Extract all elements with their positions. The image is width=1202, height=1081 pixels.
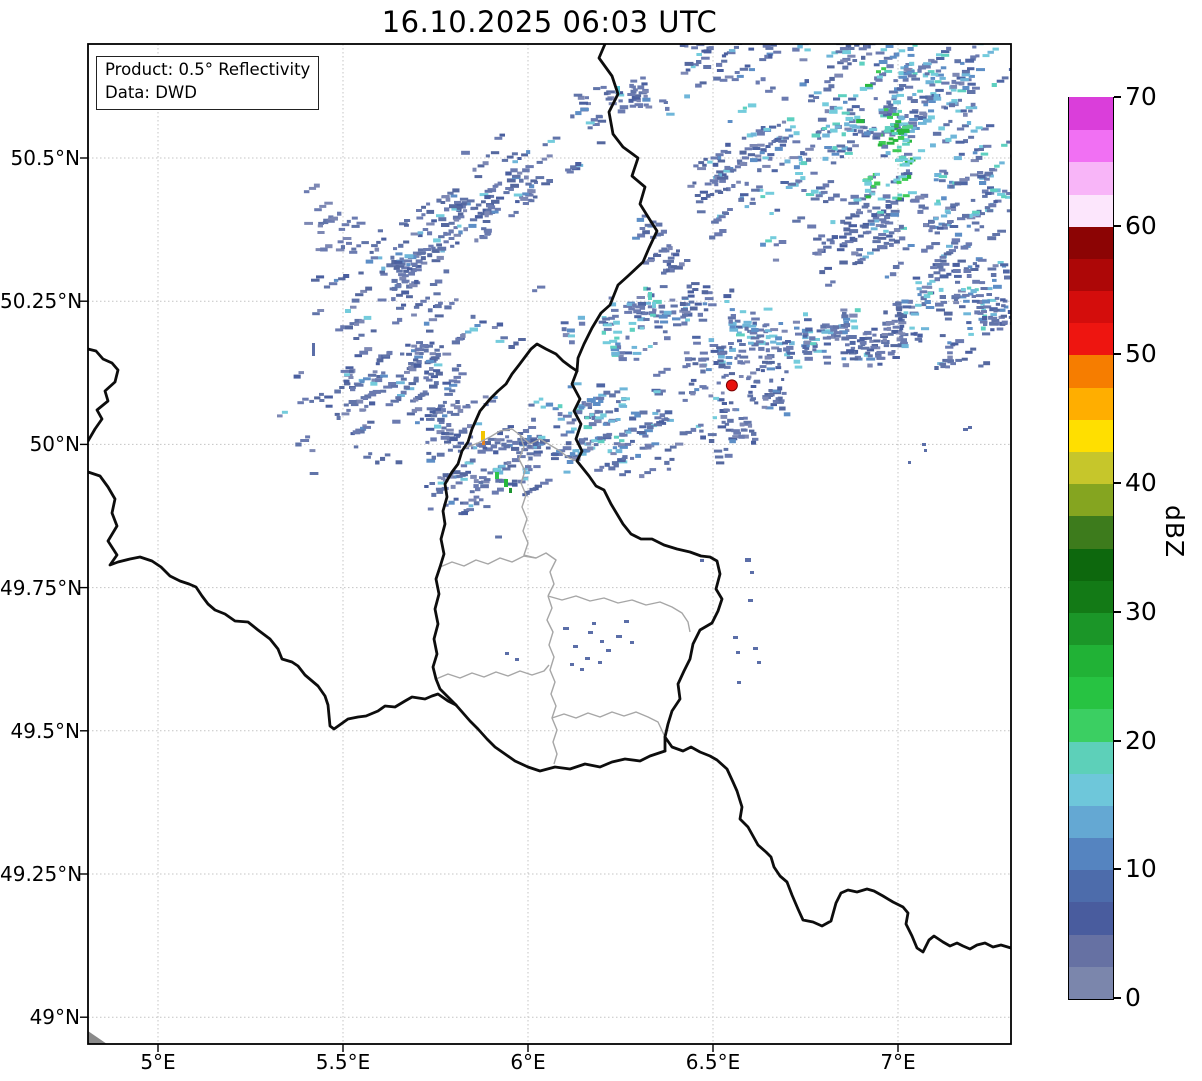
region-border-line	[435, 664, 550, 680]
figure: 16.10.2025 06:03 UTC Product: 0.5° Refle…	[0, 0, 1202, 1081]
colorbar	[1068, 97, 1114, 1000]
colorbar-tick-label: 40	[1125, 468, 1157, 498]
colorbar-tick-mark	[1114, 997, 1121, 999]
colorbar-band	[1069, 290, 1113, 324]
country-border-line	[88, 470, 458, 731]
colorbar-axis-label: dBZ	[1160, 505, 1189, 559]
colorbar-band	[1069, 934, 1113, 967]
colorbar-tick-label: 20	[1125, 725, 1157, 755]
colorbar-tick-mark	[1114, 739, 1121, 742]
colorbar-band	[1069, 387, 1113, 420]
colorbar-band	[1069, 676, 1113, 710]
region-border-line	[546, 595, 558, 765]
y-tick-label: 49.5°N	[10, 718, 81, 743]
data-source-label: Data: DWD	[105, 82, 197, 102]
colorbar-band	[1069, 869, 1113, 903]
colorbar-band	[1069, 644, 1113, 678]
colorbar-band	[1069, 773, 1113, 806]
colorbar-tick-label: 70	[1125, 82, 1157, 111]
colorbar-band	[1069, 354, 1113, 388]
colorbar-band	[1069, 580, 1113, 613]
colorbar-band	[1069, 226, 1113, 259]
colorbar-band	[1069, 901, 1113, 935]
colorbar-tick-mark	[1114, 610, 1121, 613]
colorbar-tick-mark	[1114, 353, 1121, 356]
corner-border-fragment	[88, 1031, 107, 1044]
radar-site-marker	[725, 379, 738, 392]
region-border-line	[547, 595, 691, 633]
x-tick-label: 5°E	[140, 1050, 176, 1074]
colorbar-band	[1069, 966, 1113, 999]
colorbar-band	[1069, 612, 1113, 646]
colorbar-tick-label: 60	[1125, 210, 1157, 240]
y-tick-label: 49°N	[29, 1005, 80, 1030]
x-tick-label: 6.5°E	[685, 1050, 741, 1074]
colorbar-tick-label: 10	[1125, 854, 1157, 884]
product-annotation-box: Product: 0.5° Reflectivity Data: DWD	[96, 56, 320, 110]
colorbar-tick-label: 30	[1125, 596, 1157, 626]
country-border-line	[431, 342, 579, 707]
colorbar-tick-label: 50	[1125, 339, 1157, 369]
region-border-line	[439, 552, 557, 597]
x-tick-label: 7°E	[880, 1050, 916, 1074]
y-tick-label: 50.5°N	[10, 146, 81, 170]
y-tick-label: 49.25°N	[0, 862, 83, 886]
colorbar-tick-mark	[1114, 224, 1121, 227]
colorbar-band	[1069, 547, 1113, 581]
country-border-line	[663, 735, 1011, 954]
colorbar-band	[1069, 129, 1113, 163]
colorbar-band	[1069, 97, 1113, 131]
colorbar-band	[1069, 193, 1113, 227]
radar-map-canvas	[80, 43, 1012, 1052]
colorbar-band	[1069, 805, 1113, 839]
y-tick-label: 50.25°N	[0, 289, 83, 314]
colorbar-band	[1069, 451, 1113, 485]
colorbar-tick-mark	[1114, 96, 1121, 98]
y-tick-label: 49.75°N	[0, 575, 83, 600]
colorbar-band	[1069, 837, 1113, 871]
x-tick-label: 5.5°E	[315, 1050, 371, 1074]
region-border-line	[551, 711, 666, 738]
colorbar-band	[1069, 161, 1113, 195]
colorbar-band	[1069, 258, 1113, 292]
colorbar-tick-mark	[1114, 868, 1121, 871]
colorbar-band	[1069, 740, 1113, 774]
colorbar-band	[1069, 515, 1113, 549]
colorbar-band	[1069, 419, 1113, 452]
y-tick-label: 50°N	[29, 432, 80, 457]
x-tick-label: 6°E	[510, 1050, 546, 1074]
country-border-line	[88, 347, 120, 443]
colorbar-tick-mark	[1114, 482, 1121, 485]
radar-echo-layer	[277, 44, 1011, 684]
axis-tick-marks	[80, 157, 899, 1052]
colorbar-band	[1069, 483, 1113, 517]
colorbar-tick-label: 0	[1125, 983, 1141, 1012]
colorbar-band	[1069, 708, 1113, 742]
product-label: Product: 0.5° Reflectivity	[105, 60, 311, 79]
colorbar-band	[1069, 322, 1113, 356]
